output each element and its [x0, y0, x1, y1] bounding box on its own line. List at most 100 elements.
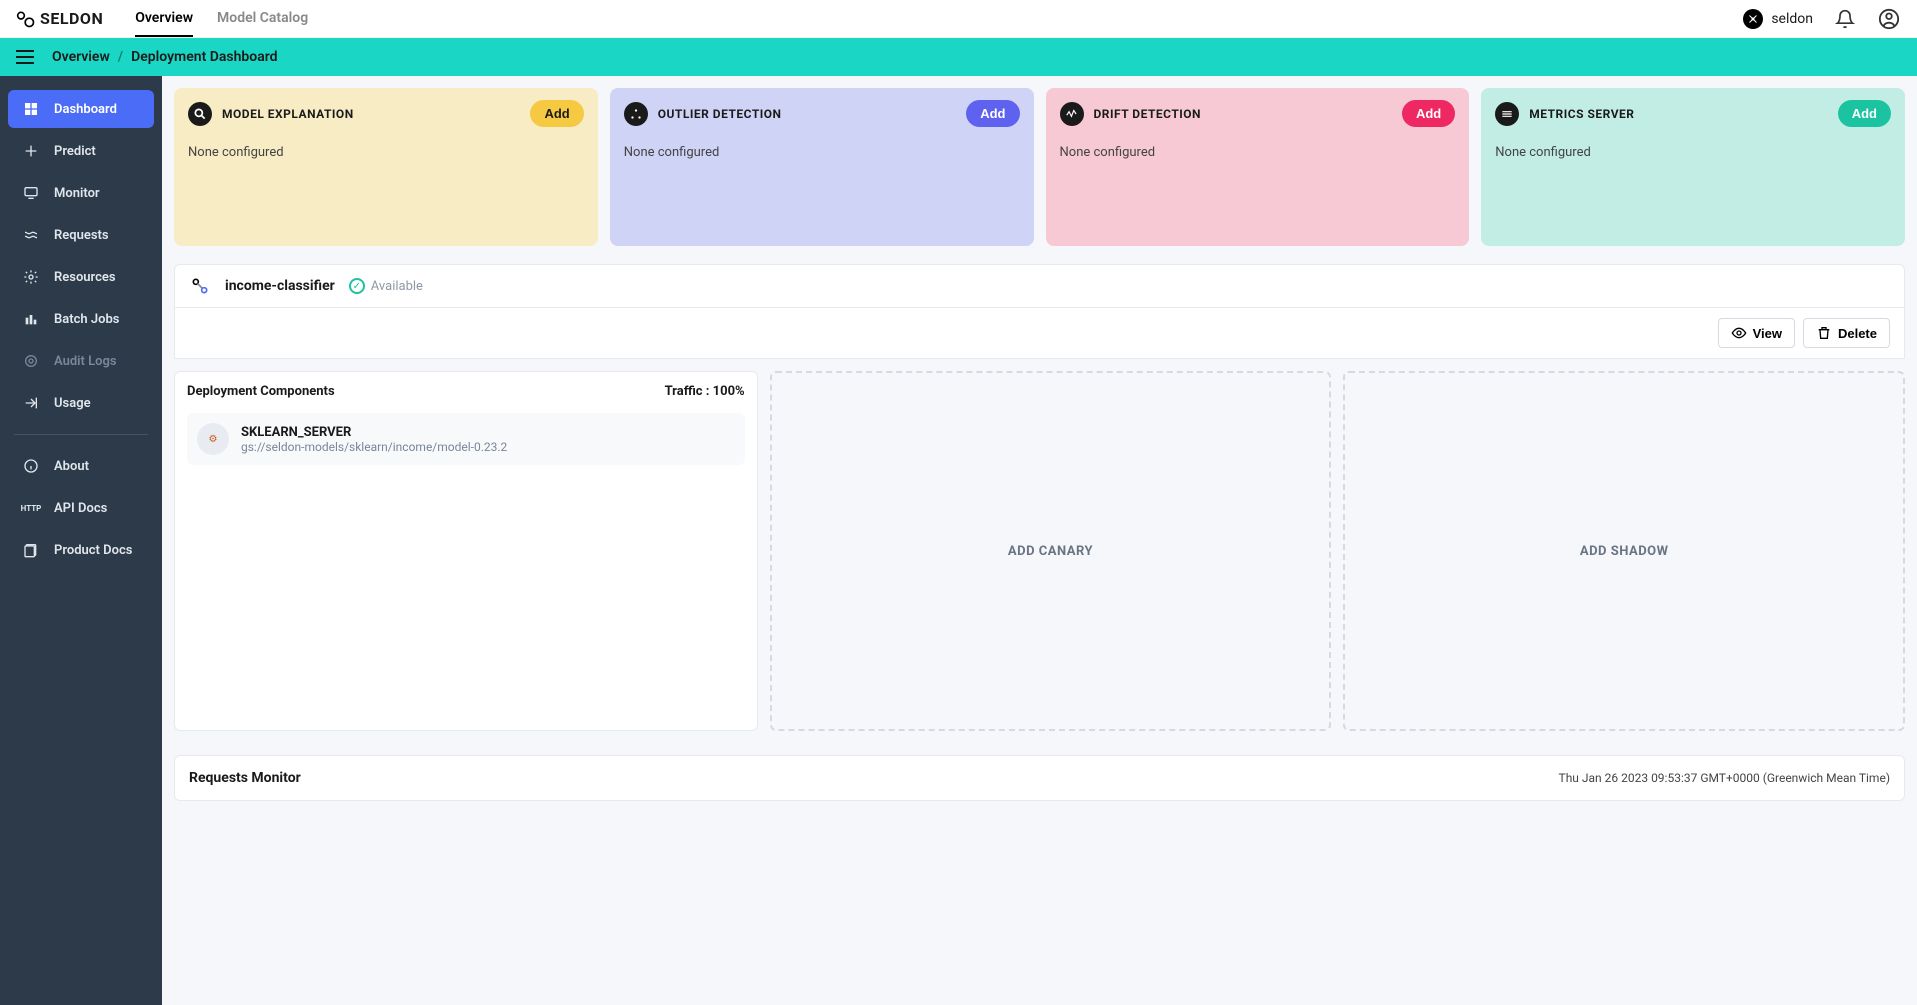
- content: MODEL EXPLANATION Add None configured OU…: [162, 76, 1917, 1005]
- add-metrics-button[interactable]: Add: [1838, 100, 1891, 127]
- breadcrumb-root[interactable]: Overview: [52, 49, 110, 65]
- account-icon[interactable]: [1877, 7, 1901, 31]
- deployment-icon: [189, 275, 211, 297]
- components-title: Deployment Components: [187, 384, 335, 399]
- card-title: OUTLIER DETECTION: [658, 107, 782, 121]
- seldon-logo-icon: [16, 9, 36, 29]
- outlier-icon: [624, 102, 648, 126]
- sidebar-item-dashboard[interactable]: Dashboard: [8, 90, 154, 128]
- component-path: gs://seldon-models/sklearn/income/model-…: [241, 440, 507, 454]
- plus-icon: [22, 142, 40, 160]
- brand-text: SELDON: [40, 9, 103, 28]
- sidebar-item-monitor[interactable]: Monitor: [8, 174, 154, 212]
- sidebar-label: Predict: [54, 144, 96, 159]
- add-canary-panel[interactable]: ADD CANARY: [770, 371, 1332, 731]
- card-status: None configured: [624, 145, 1020, 160]
- delete-button[interactable]: Delete: [1803, 318, 1890, 348]
- card-outlier-detection: OUTLIER DETECTION Add None configured: [610, 88, 1034, 246]
- card-metrics-server: METRICS SERVER Add None configured: [1481, 88, 1905, 246]
- sidebar-item-product-docs[interactable]: Product Docs: [8, 531, 154, 569]
- explain-icon: [188, 102, 212, 126]
- sidebar-item-about[interactable]: About: [8, 447, 154, 485]
- top-nav: Overview Model Catalog: [135, 0, 308, 37]
- view-button[interactable]: View: [1718, 318, 1795, 348]
- drift-icon: [1060, 102, 1084, 126]
- card-title: METRICS SERVER: [1529, 107, 1634, 121]
- sidebar-label: Resources: [54, 270, 116, 285]
- eye-icon: [1731, 325, 1747, 341]
- sidebar-label: Usage: [54, 396, 91, 411]
- sklearn-icon: ⚙︎: [197, 423, 229, 455]
- topbar: SELDON Overview Model Catalog seldon: [0, 0, 1917, 38]
- sidebar-item-api-docs[interactable]: HTTP API Docs: [8, 489, 154, 527]
- metrics-icon: [1495, 102, 1519, 126]
- status-badge: ✓ Available: [349, 278, 423, 294]
- breadcrumb-current: Deployment Dashboard: [131, 49, 277, 65]
- sidebar: Dashboard Predict Monitor Requests Resou…: [0, 76, 162, 1005]
- sidebar-item-resources[interactable]: Resources: [8, 258, 154, 296]
- status-text: Available: [371, 279, 423, 294]
- action-row: View Delete: [174, 308, 1905, 359]
- card-title: MODEL EXPLANATION: [222, 107, 354, 121]
- notifications-icon[interactable]: [1833, 7, 1857, 31]
- requests-monitor: Requests Monitor Thu Jan 26 2023 09:53:3…: [174, 755, 1905, 801]
- sidebar-label: Monitor: [54, 186, 100, 201]
- sidebar-label: Requests: [54, 228, 109, 243]
- user-chip[interactable]: seldon: [1743, 9, 1813, 29]
- sidebar-item-batch-jobs[interactable]: Batch Jobs: [8, 300, 154, 338]
- requests-monitor-timestamp: Thu Jan 26 2023 09:53:37 GMT+0000 (Green…: [1559, 771, 1890, 785]
- deployment-components-panel: Deployment Components Traffic : 100% ⚙︎ …: [174, 371, 758, 731]
- components-row: Deployment Components Traffic : 100% ⚙︎ …: [174, 371, 1905, 731]
- docs-icon: [22, 541, 40, 559]
- sidebar-divider: [14, 434, 148, 435]
- card-title: DRIFT DETECTION: [1094, 107, 1202, 121]
- add-explain-button[interactable]: Add: [530, 100, 583, 127]
- card-status: None configured: [1060, 145, 1456, 160]
- info-icon: [22, 457, 40, 475]
- gear-icon: [22, 268, 40, 286]
- add-outlier-button[interactable]: Add: [966, 100, 1019, 127]
- dashboard-icon: [22, 100, 40, 118]
- sidebar-label: Audit Logs: [54, 354, 117, 369]
- card-drift-detection: DRIFT DETECTION Add None configured: [1046, 88, 1470, 246]
- card-status: None configured: [1495, 145, 1891, 160]
- card-status: None configured: [188, 145, 584, 160]
- breadcrumb-separator: /: [118, 49, 123, 65]
- bars-icon: [22, 310, 40, 328]
- sidebar-item-audit-logs[interactable]: Audit Logs: [8, 342, 154, 380]
- add-shadow-panel[interactable]: ADD SHADOW: [1343, 371, 1905, 731]
- brand-logo: SELDON: [16, 9, 103, 29]
- component-item[interactable]: ⚙︎ SKLEARN_SERVER gs://seldon-models/skl…: [187, 413, 745, 465]
- add-drift-button[interactable]: Add: [1402, 100, 1455, 127]
- cards-row: MODEL EXPLANATION Add None configured OU…: [174, 88, 1905, 246]
- topbar-right: seldon: [1743, 7, 1901, 31]
- menu-toggle-icon[interactable]: [16, 45, 40, 69]
- card-model-explanation: MODEL EXPLANATION Add None configured: [174, 88, 598, 246]
- deployment-name: income-classifier: [225, 278, 335, 294]
- breadcrumb: Overview / Deployment Dashboard: [52, 49, 278, 65]
- traffic-label: Traffic : 100%: [665, 384, 745, 399]
- user-name: seldon: [1771, 11, 1813, 27]
- sidebar-item-requests[interactable]: Requests: [8, 216, 154, 254]
- waves-icon: [22, 226, 40, 244]
- requests-monitor-title: Requests Monitor: [189, 770, 301, 786]
- sidebar-item-usage[interactable]: Usage: [8, 384, 154, 422]
- monitor-icon: [22, 184, 40, 202]
- arrow-out-icon: [22, 394, 40, 412]
- sidebar-label: Batch Jobs: [54, 312, 119, 327]
- trash-icon: [1816, 325, 1832, 341]
- http-icon: HTTP: [22, 499, 40, 517]
- tab-overview[interactable]: Overview: [135, 0, 193, 37]
- breadcrumb-bar: Overview / Deployment Dashboard: [0, 38, 1917, 76]
- tab-model-catalog[interactable]: Model Catalog: [217, 0, 308, 37]
- user-avatar-icon: [1743, 9, 1763, 29]
- sidebar-label: Product Docs: [54, 543, 132, 558]
- deployment-header: income-classifier ✓ Available: [174, 264, 1905, 308]
- sidebar-label: Dashboard: [54, 102, 117, 117]
- check-icon: ✓: [349, 278, 365, 294]
- sidebar-item-predict[interactable]: Predict: [8, 132, 154, 170]
- component-name: SKLEARN_SERVER: [241, 425, 507, 440]
- sidebar-label: API Docs: [54, 501, 107, 516]
- target-icon: [22, 352, 40, 370]
- sidebar-label: About: [54, 459, 89, 474]
